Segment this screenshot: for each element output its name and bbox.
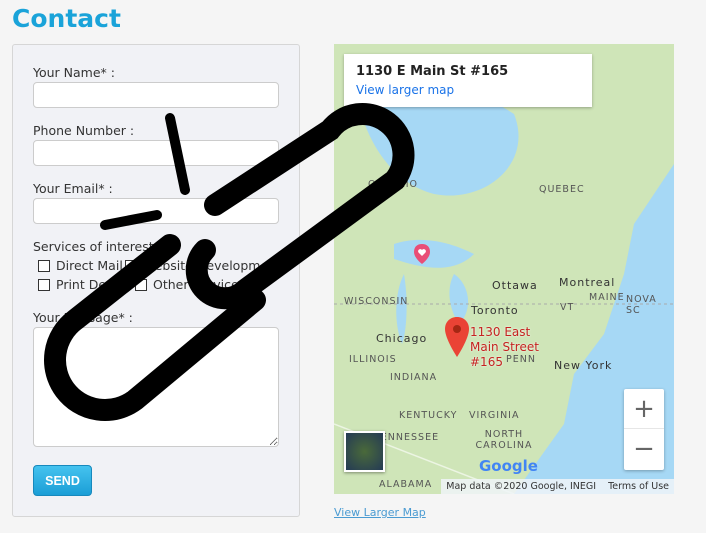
- checkbox-other-services[interactable]: Other Services: [135, 277, 245, 292]
- map-label: NOVA SC: [626, 294, 657, 316]
- map-terrain: [334, 44, 674, 494]
- checkbox-label: Website Development: [143, 258, 281, 273]
- contact-form: Your Name* : Phone Number : Your Email* …: [12, 44, 300, 517]
- checkbox-direct-mail[interactable]: Direct Mail: [38, 258, 123, 273]
- zoom-out-button[interactable]: −: [624, 429, 664, 469]
- map-marker-icon[interactable]: [445, 317, 469, 357]
- phone-input[interactable]: [33, 140, 279, 166]
- google-logo: Google: [479, 457, 538, 475]
- terms-link[interactable]: Terms of Use: [608, 481, 669, 492]
- map-label: Ottawa: [492, 279, 538, 292]
- message-input[interactable]: [33, 327, 279, 447]
- phone-label: Phone Number :: [33, 123, 135, 138]
- map-label: INDIANA: [390, 372, 438, 383]
- checkbox-label: Direct Mail: [56, 258, 123, 273]
- satellite-toggle-button[interactable]: [344, 431, 385, 472]
- email-label: Your Email* :: [33, 181, 113, 196]
- map-label: ONTARIO: [368, 179, 419, 190]
- checkbox-print-design[interactable]: Print Design: [38, 277, 132, 292]
- checkbox-website-development[interactable]: Website Development: [125, 258, 281, 273]
- map-label: VIRGINIA: [469, 410, 520, 421]
- name-input[interactable]: [33, 82, 279, 108]
- zoom-controls: + −: [624, 389, 664, 470]
- map-label: MAINE: [589, 292, 625, 303]
- name-label: Your Name* :: [33, 65, 115, 80]
- email-input[interactable]: [33, 198, 279, 224]
- saved-place-icon: [414, 244, 430, 264]
- map-label: Chicago: [376, 332, 428, 345]
- map-label: ILLINOIS: [349, 354, 397, 365]
- map-label: KENTUCKY: [399, 410, 458, 421]
- map-label: New York: [554, 359, 613, 372]
- view-larger-map-link[interactable]: View larger map: [356, 83, 580, 97]
- map-label: NORTH CAROLINA: [475, 429, 533, 451]
- marker-label: 1130 East Main Street #165: [470, 325, 539, 369]
- view-larger-map-footer-link[interactable]: View Larger Map: [334, 506, 426, 519]
- attribution-text: Map data ©2020 Google, INEGI: [446, 481, 597, 492]
- checkbox-label: Other Services: [153, 277, 246, 292]
- checkbox-label: Print Design: [56, 277, 132, 292]
- send-button[interactable]: SEND: [33, 465, 92, 496]
- message-label: Your Message* :: [33, 310, 133, 325]
- map-label: QUEBEC: [539, 184, 585, 195]
- services-label: Services of interest :: [33, 239, 162, 254]
- map[interactable]: ONTARIO QUEBEC WISCONSIN Ottawa Montreal…: [334, 44, 674, 494]
- map-label: Montreal: [559, 276, 616, 289]
- map-label: WISCONSIN: [344, 296, 409, 307]
- page-title: Contact: [12, 4, 121, 33]
- map-label: VT: [560, 302, 575, 313]
- map-label: Toronto: [471, 304, 519, 317]
- map-label: ALABAMA: [379, 479, 433, 490]
- place-card: 1130 E Main St #165 View larger map: [344, 54, 592, 107]
- map-attribution: Map data ©2020 Google, INEGI Terms of Us…: [441, 479, 674, 494]
- place-title: 1130 E Main St #165: [356, 64, 509, 79]
- zoom-in-button[interactable]: +: [624, 389, 664, 429]
